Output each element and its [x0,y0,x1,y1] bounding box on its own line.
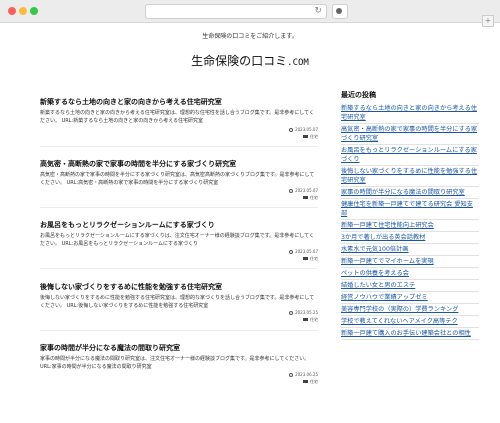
post-meta: 2023.05.07 住宅 [250,248,318,262]
recent-post-link[interactable]: 美容専門学校の（実際の）学費ランキング [341,304,479,316]
post-date: 2023.05.25 [295,310,318,315]
post-entry: 家事の時間が半分になる魔法の間取り研究室 家事の時間が半分になる魔法の間取り研究… [40,344,318,371]
recent-posts-list: 新築するなら土地の向きと家の向きから考える住宅研究室 高気密・高断熱の家で家事の… [341,103,479,340]
clock-icon [289,127,294,132]
post-entry: お風呂をもっとリラクゼーションルームにする家づくり お風呂をもっとリラクゼーショ… [40,221,318,248]
new-tab-button[interactable]: + [482,15,494,27]
post-excerpt: 家事の時間が半分になる魔法の間取り研究室は、注文住宅オーナー様の経験談ブログ集で… [40,356,310,370]
post-divider [40,146,318,147]
sidebar: 最近の投稿 新築するなら土地の向きと家の向きから考える住宅研究室 高気密・高断熱… [341,90,479,340]
post-divider [40,330,318,331]
recent-post-link[interactable]: 3か月で著しが出る英会話教材 [341,232,479,244]
close-window-button[interactable] [8,7,16,15]
recent-post-link[interactable]: 学校で教えてくれないヘアメイク高等テク [341,316,479,328]
clock-icon [289,372,294,377]
post-title[interactable]: 高気密・高断熱の家で家事の時間を半分にする家づくり研究室 [40,160,318,169]
browser-window: ↻ + 生命保険の口コミをご紹介します。 生命保険の口コミ.COM 新築するなら… [0,0,500,423]
post-date: 2023.05.07 [295,188,318,193]
clock-icon [289,310,294,315]
site-title-suffix[interactable]: .COM [287,58,309,68]
post-divider [40,207,318,208]
recent-post-link[interactable]: 新築一戸建て住宅性能向上研究会 [341,220,479,232]
post-entry: 高気密・高断熱の家で家事の時間を半分にする家づくり研究室 高気密・高断熱の家で家… [40,160,318,187]
post-meta: 2023.05.07 住宅 [250,126,318,140]
recent-post-link[interactable]: 水素水で元気100倍計画 [341,244,479,256]
recent-post-link[interactable]: 新築一戸建てでマイホームを実現 [341,256,479,268]
post-title[interactable]: 後悔しない家づくりをするめに性能を勉強する住宅研究室 [40,283,318,292]
folder-icon [303,196,308,199]
address-bar[interactable]: ↻ [145,4,327,19]
post-category[interactable]: 住宅 [310,316,318,323]
recent-post-link[interactable]: お風呂をもっとリラクゼーションルームにする家づくり [341,145,479,166]
reload-icon[interactable]: ↻ [314,6,322,17]
post-title[interactable]: 家事の時間が半分になる魔法の間取り研究室 [40,344,318,353]
post-excerpt: 高気密・高断熱の家で家事の時間を半分にする家づくり研究室は、高気密高断熱の家づく… [40,172,315,186]
minimize-window-button[interactable] [19,7,27,15]
post-category[interactable]: 住宅 [310,255,318,262]
post-excerpt: 後悔しない家づくりをするめに性能を勉強する住宅研究室は、理想的な家づくりを話し合… [40,295,315,309]
recent-post-link[interactable]: 高気密・高断熱の家で家事の時間を半分にする家づくり研究室 [341,124,479,145]
extension-button[interactable] [332,4,348,19]
post-date: 2023.05.07 [295,249,318,254]
clock-icon [289,249,294,254]
sidebar-title: 最近の投稿 [341,91,376,99]
post-entry: 新築するなら土地の向きと家の向きから考える住宅研究室 新築するなら土地の向きと家… [40,98,318,125]
post-meta: 2023.06.25 住宅 [250,371,318,385]
recent-post-link[interactable]: 健康住宅を新築一戸建てで建てる研究会 愛知支部 [341,199,479,220]
post-category[interactable]: 住宅 [310,133,318,140]
maximize-window-button[interactable] [30,7,38,15]
folder-icon [303,257,308,260]
post-title[interactable]: 新築するなら土地の向きと家の向きから考える住宅研究室 [40,98,318,107]
browser-toolbar: ↻ + [0,0,500,27]
extension-icon [336,8,342,14]
clock-icon [289,188,294,193]
recent-post-link[interactable]: 後悔しない家づくりをするめに性能を勉強する住宅研究室 [341,166,479,187]
site-title[interactable]: 生命保険の口コミ.COM [0,52,500,69]
recent-post-link[interactable]: 家事の時間が半分になる魔法の間取り研究室 [341,187,479,199]
recent-post-link[interactable]: 新築するなら土地の向きと家の向きから考える住宅研究室 [341,103,479,124]
post-category[interactable]: 住宅 [310,378,318,385]
post-excerpt: 新築するなら土地の向きと家の向きから考える住宅研究室は、理想的な住宅性を話し合う… [40,110,314,124]
recent-post-link[interactable]: 新築一戸建て購入のお手伝い建築会社との相性 [341,328,479,340]
post-entry: 後悔しない家づくりをするめに性能を勉強する住宅研究室 後悔しない家づくりをするめ… [40,283,318,310]
post-date: 2023.05.07 [295,127,318,132]
folder-icon [303,135,308,138]
post-excerpt: お風呂をもっとリラクゼーションルームにする家づくりは、注文住宅オーナー様の経験談… [40,233,315,247]
recent-post-link[interactable]: 結婚したい女と男のエステ [341,280,479,292]
recent-post-link[interactable]: 経営ノウハウで業績アップゼミ [341,292,479,304]
recent-post-link[interactable]: ペットの供養を考える会 [341,268,479,280]
folder-icon [303,318,308,321]
post-meta: 2023.05.25 住宅 [250,309,318,323]
site-title-text[interactable]: 生命保険の口コミ [191,54,287,68]
post-category[interactable]: 住宅 [310,194,318,201]
post-divider [40,268,318,269]
folder-icon [303,380,308,383]
post-title[interactable]: お風呂をもっとリラクゼーションルームにする家づくり [40,221,318,230]
post-meta: 2023.05.07 住宅 [250,187,318,201]
post-date: 2023.06.25 [295,372,318,377]
site-tagline: 生命保険の口コミをご紹介します。 [202,33,298,40]
